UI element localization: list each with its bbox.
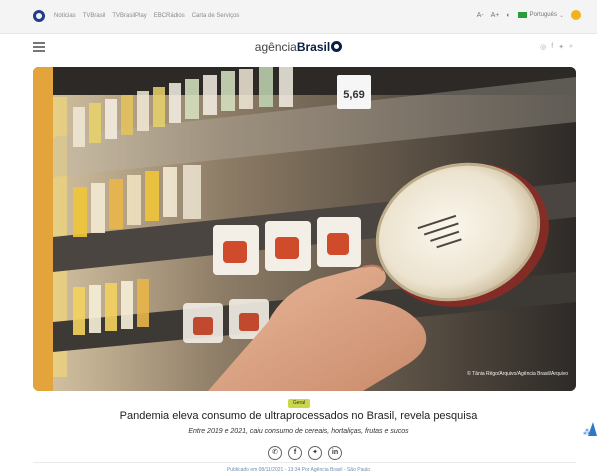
portal-link-tvbrasil[interactable]: TVBrasil [83,13,106,19]
chevron-down-icon: ⌄ [558,12,564,19]
instagram-icon[interactable]: ◎ [540,43,546,51]
ebc-logo-icon[interactable] [33,10,45,22]
font-decrease-button[interactable]: A- [477,12,484,19]
search-icon[interactable]: ⌕ [569,43,573,51]
contrast-toggle-icon[interactable]: ◐ [506,12,510,19]
article-headline[interactable]: Pandemia eleva consumo de ultraprocessad… [0,410,597,422]
language-select[interactable]: Português ⌄ [517,12,564,19]
agencia-brasil-logo[interactable]: agênciaBrasil [0,40,597,54]
portal-link-ebcradios[interactable]: EBCRádios [154,13,185,19]
portal-links: Notícias TVBrasil TVBrasilPlay EBCRádios… [54,13,239,19]
share-buttons: ✆ f ✦ in [268,446,342,460]
photo-credit: © Tânia Rêgo/Arquivo/Agência Brasil/Arqu… [467,371,568,377]
facebook-icon[interactable]: f [551,43,553,51]
brand-ring-icon [331,41,343,52]
facebook-icon[interactable]: f [288,446,302,460]
widget-triangle-icon [588,422,597,436]
brazil-flag-icon [517,12,527,18]
portal-link-noticias[interactable]: Notícias [54,13,76,19]
accessibility-controls: A- A+ ◐ Português ⌄ [477,10,581,20]
price-tag-text: 5,69 [343,89,364,101]
twitter-icon[interactable]: ✦ [558,43,564,51]
vlibras-accessibility-icon[interactable] [571,10,581,20]
brand-light-text: agência [254,40,297,54]
whatsapp-icon[interactable]: ✆ [268,446,282,460]
brand-bold-text: Brasil [296,40,331,54]
floating-help-widget[interactable]: ⁂ [583,422,597,440]
site-header: agênciaBrasil ◎ f ✦ ⌕ [0,34,597,62]
article-hero-image: 5,69 © Tânia Rêgo/Arquivo/Agência Brasil… [33,67,576,391]
content-divider [33,462,576,463]
article-subtitle: Entre 2019 e 2021, caiu consumo de cerea… [188,428,409,435]
header-social-icons: ◎ f ✦ ⌕ [540,43,573,51]
top-utility-bar: Notícias TVBrasil TVBrasilPlay EBCRádios… [0,0,597,34]
publication-info: Publicado em 08/11/2021 - 13:34 Por Agên… [226,467,371,473]
linkedin-icon[interactable]: in [328,446,342,460]
portal-link-tvbrasilplay[interactable]: TVBrasilPlay [112,13,146,19]
supermarket-photo: 5,69 [33,67,576,391]
language-label: Português [529,12,557,18]
portal-link-carta-servicos[interactable]: Carta de Serviços [192,13,240,19]
font-increase-button[interactable]: A+ [491,12,500,19]
twitter-icon[interactable]: ✦ [308,446,322,460]
category-tag[interactable]: Geral [288,399,310,408]
